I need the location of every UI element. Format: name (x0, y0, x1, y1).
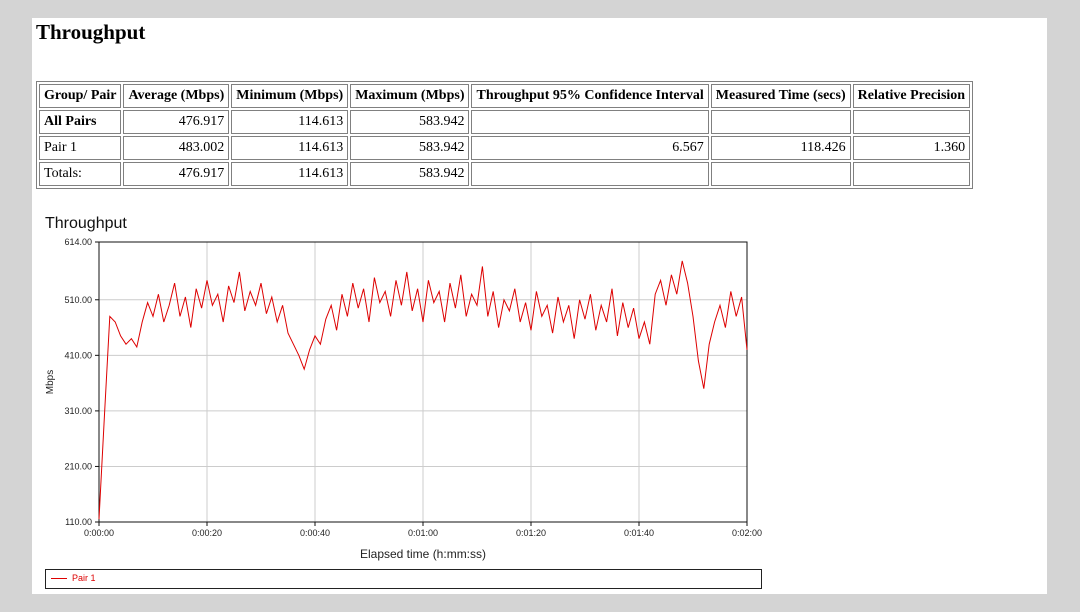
x-axis-label: Elapsed time (h:mm:ss) (360, 547, 486, 561)
x-tick-label: 0:01:00 (408, 528, 438, 538)
y-tick-label: 510.00 (64, 295, 92, 305)
legend-label: Pair 1 (72, 573, 96, 583)
y-tick-label: 410.00 (64, 350, 92, 360)
y-tick-label: 110.00 (65, 517, 92, 527)
y-axis-label: Mbps (45, 370, 56, 394)
x-tick-label: 0:01:20 (516, 528, 546, 538)
x-tick-label: 0:02:00 (732, 528, 762, 538)
y-tick-label: 210.00 (64, 461, 92, 471)
x-tick-label: 0:01:40 (624, 528, 654, 538)
throughput-chart: Throughput Elapsed time (h:mm:ss) Mbps 6… (45, 215, 762, 561)
x-tick-label: 0:00:20 (192, 528, 222, 538)
x-tick-label: 0:00:40 (300, 528, 330, 538)
chart-title: Throughput (45, 215, 127, 232)
legend-swatch (51, 578, 67, 579)
y-tick-label: 310.00 (64, 406, 92, 416)
y-tick-label: 614.00 (64, 237, 92, 247)
x-tick-label: 0:00:00 (84, 528, 114, 538)
chart-legend: Pair 1 (45, 569, 762, 589)
